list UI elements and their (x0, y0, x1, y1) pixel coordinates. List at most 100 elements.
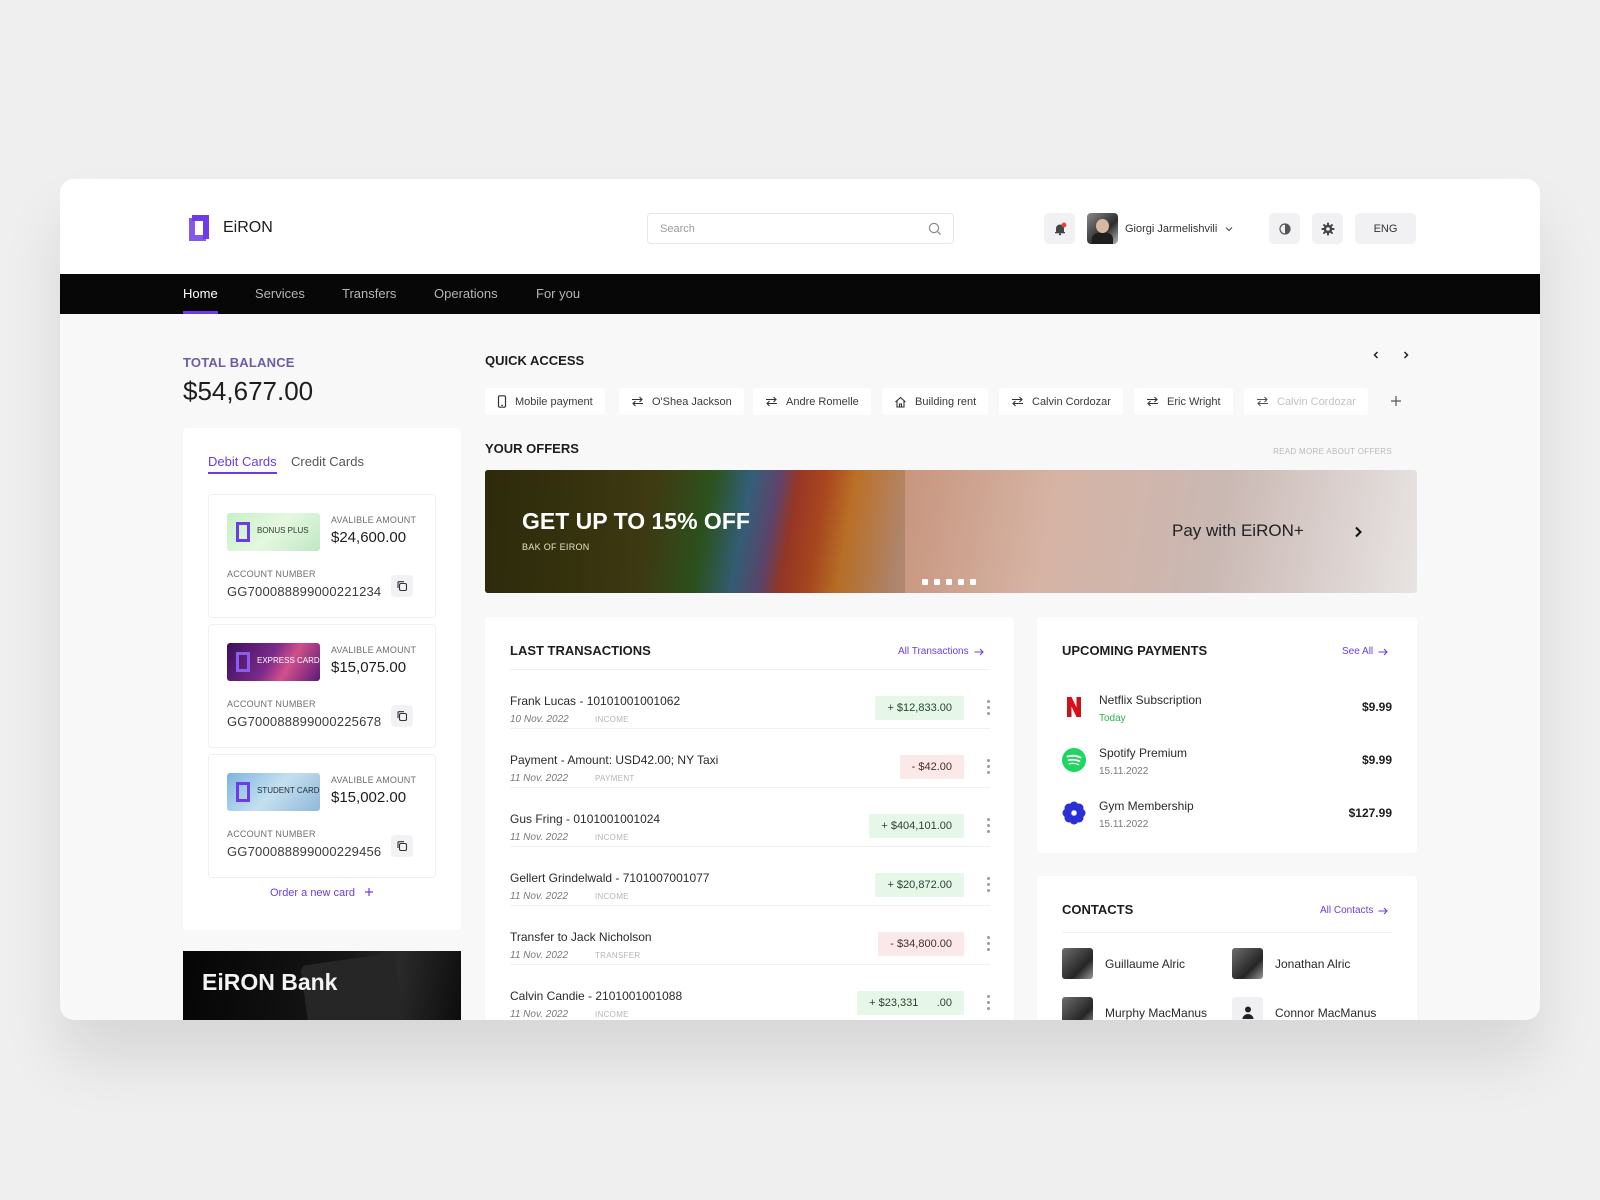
carousel-dots (922, 579, 976, 585)
all-transactions-link[interactable]: All Transactions (898, 646, 984, 657)
transaction-row[interactable]: Payment - Amount: USD42.00; NY Taxi 11 N… (510, 729, 990, 788)
language-selector[interactable]: ENG (1355, 213, 1416, 244)
user-menu[interactable]: Giorgi Jarmelishvili (1087, 213, 1234, 244)
copy-button[interactable] (391, 705, 413, 727)
quick-access-item[interactable]: O'Shea Jackson (619, 388, 744, 415)
nav-operations[interactable]: Operations (434, 274, 498, 314)
copy-button[interactable] (391, 835, 413, 857)
contact-item[interactable]: Connor MacManus (1232, 997, 1376, 1020)
transaction-row[interactable]: Transfer to Jack Nicholson 11 Nov. 2022 … (510, 906, 990, 965)
cards-panel: Debit Cards Credit Cards BONUS PLUS AVAL… (183, 428, 461, 930)
payment-amount: $9.99 (1361, 700, 1392, 714)
card-item[interactable]: EXPRESS CARD AVALIBLE AMOUNT $15,075.00 … (208, 624, 436, 748)
transaction-row[interactable]: Gellert Grindelwald - 7101007001077 11 N… (510, 847, 990, 906)
more-options-icon[interactable] (986, 818, 990, 833)
logo[interactable]: EiRON (187, 212, 273, 244)
copy-icon (397, 581, 408, 592)
transaction-name: Gellert Grindelwald - 7101007001077 (510, 871, 710, 885)
carousel-dot[interactable] (958, 579, 964, 585)
payment-row[interactable]: Netflix Subscription Today $9.99 (1062, 690, 1392, 734)
payment-row[interactable]: Gym Membership 15.11.2022 $127.99 (1062, 796, 1392, 840)
all-transactions-label: All Transactions (898, 646, 969, 657)
quick-access-label: Calvin Cordozar (1277, 395, 1356, 408)
transaction-date: 11 Nov. 2022 (510, 832, 569, 843)
avatar (1232, 997, 1263, 1020)
read-more-offers-link[interactable]: READ MORE ABOUT OFFERS (1240, 447, 1392, 456)
contact-item[interactable]: Jonathan Alric (1232, 948, 1350, 979)
more-options-icon[interactable] (986, 877, 990, 892)
transaction-row[interactable]: Frank Lucas - 10101001001062 10 Nov. 202… (510, 670, 990, 729)
upcoming-payments-panel: UPCOMING PAYMENTS See All Netflix Subscr… (1037, 617, 1417, 853)
banner-cta[interactable]: Pay with EiRON+ (1172, 521, 1304, 541)
more-options-icon[interactable] (986, 759, 990, 774)
copy-button[interactable] (391, 575, 413, 597)
quick-access-item[interactable]: Andre Romelle (753, 388, 871, 415)
banner-next-button[interactable] (1348, 522, 1368, 542)
carousel-dot[interactable] (970, 579, 976, 585)
all-contacts-link[interactable]: All Contacts (1320, 905, 1389, 916)
transaction-row[interactable]: Gus Fring - 0101001001024 11 Nov. 2022 I… (510, 788, 990, 847)
transaction-type: INCOME (595, 892, 629, 901)
more-options-icon[interactable] (986, 700, 990, 715)
user-name: Giorgi Jarmelishvili (1125, 222, 1218, 235)
carousel-dot[interactable] (946, 579, 952, 585)
contact-item[interactable]: Guillaume Alric (1062, 948, 1185, 979)
card-name: EXPRESS CARD (257, 656, 320, 665)
nav-home[interactable]: Home (183, 274, 218, 314)
contact-item[interactable]: Murphy MacManus (1062, 997, 1207, 1020)
tab-debit-cards[interactable]: Debit Cards (208, 454, 277, 474)
quick-access-item[interactable]: Building rent (882, 388, 989, 415)
offer-banner[interactable]: GET UP TO 15% OFF BAK OF EIRON Pay with … (485, 470, 1417, 593)
avatar (1062, 948, 1093, 979)
see-all-link[interactable]: See All (1342, 646, 1388, 657)
carousel-dot[interactable] (934, 579, 940, 585)
promo-banner[interactable]: EiRON Bank (183, 951, 461, 1020)
available-amount: $24,600.00 (331, 529, 407, 546)
gym-icon (1062, 801, 1086, 825)
gear-icon (1321, 222, 1334, 235)
card-item[interactable]: BONUS PLUS AVALIBLE AMOUNT $24,600.00 AC… (208, 494, 436, 618)
quick-access-item[interactable]: Mobile payment (485, 388, 605, 415)
card-item[interactable]: STUDENT CARD AVALIBLE AMOUNT $15,002.00 … (208, 754, 436, 878)
search-input[interactable] (648, 214, 908, 243)
contacts-panel: CONTACTS All Contacts Guillaume Alric Jo… (1037, 876, 1417, 1020)
quick-access-item[interactable]: Calvin Cordozar (1244, 388, 1368, 415)
transaction-type: PAYMENT (595, 774, 635, 783)
transaction-date: 11 Nov. 2022 (510, 950, 569, 961)
available-label: AVALIBLE AMOUNT (331, 515, 417, 525)
transaction-name: Transfer to Jack Nicholson (510, 930, 652, 944)
quick-access-next-button[interactable] (1397, 346, 1415, 364)
order-new-card-link[interactable]: Order a new card (183, 887, 461, 899)
theme-toggle-button[interactable] (1269, 213, 1300, 244)
more-options-icon[interactable] (986, 995, 990, 1010)
transaction-type: INCOME (595, 1010, 629, 1019)
quick-access-prev-button[interactable] (1367, 346, 1385, 364)
nav-services[interactable]: Services (255, 274, 305, 314)
home-icon (895, 396, 906, 408)
chevron-right-icon (1403, 351, 1409, 359)
tab-credit-cards[interactable]: Credit Cards (291, 454, 364, 469)
search-icon[interactable] (928, 222, 942, 236)
card-name: BONUS PLUS (257, 526, 309, 535)
add-quick-access-button[interactable] (1385, 390, 1407, 412)
account-number: GG700088899000221234 (227, 584, 382, 599)
contrast-icon (1278, 222, 1291, 235)
notifications-button[interactable] (1044, 213, 1075, 244)
transaction-type: TRANSFER (595, 951, 641, 960)
settings-button[interactable] (1312, 213, 1343, 244)
transaction-amount: + $23,331 .00 (857, 991, 964, 1015)
carousel-dot[interactable] (922, 579, 928, 585)
nav-transfers[interactable]: Transfers (342, 274, 396, 314)
quick-access-item[interactable]: Calvin Cordozar (999, 388, 1123, 415)
card-thumbnail: STUDENT CARD (227, 773, 320, 811)
transaction-row[interactable]: Calvin Candie - 2101001001088 11 Nov. 20… (510, 965, 990, 1020)
nav-for-you[interactable]: For you (536, 274, 580, 314)
quick-access-item[interactable]: Eric Wright (1134, 388, 1233, 415)
transfer-icon (1257, 396, 1268, 407)
more-options-icon[interactable] (986, 936, 990, 951)
account-label: ACCOUNT NUMBER (227, 829, 316, 839)
transaction-name: Payment - Amount: USD42.00; NY Taxi (510, 753, 719, 767)
transaction-name: Gus Fring - 0101001001024 (510, 812, 661, 826)
payment-row[interactable]: Spotify Premium 15.11.2022 $9.99 (1062, 743, 1392, 787)
payment-name: Spotify Premium (1099, 746, 1188, 760)
